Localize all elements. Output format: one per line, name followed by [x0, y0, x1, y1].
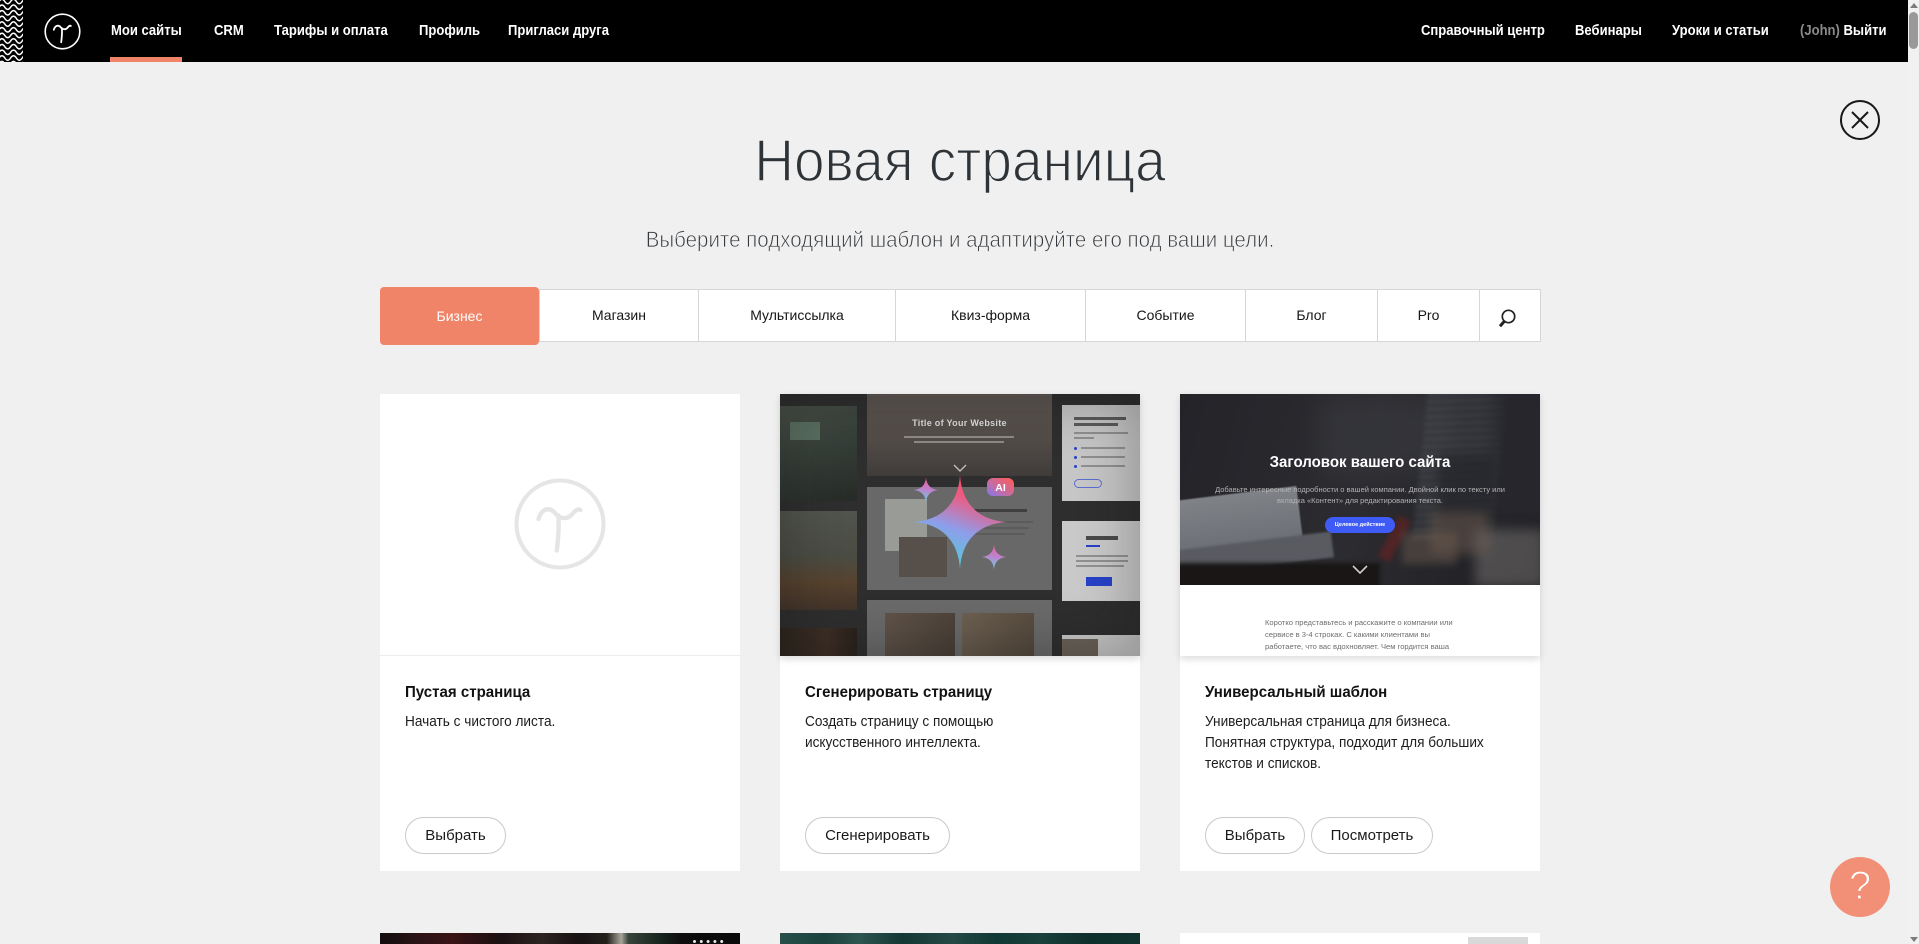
svg-text:AI: AI [995, 482, 1006, 494]
